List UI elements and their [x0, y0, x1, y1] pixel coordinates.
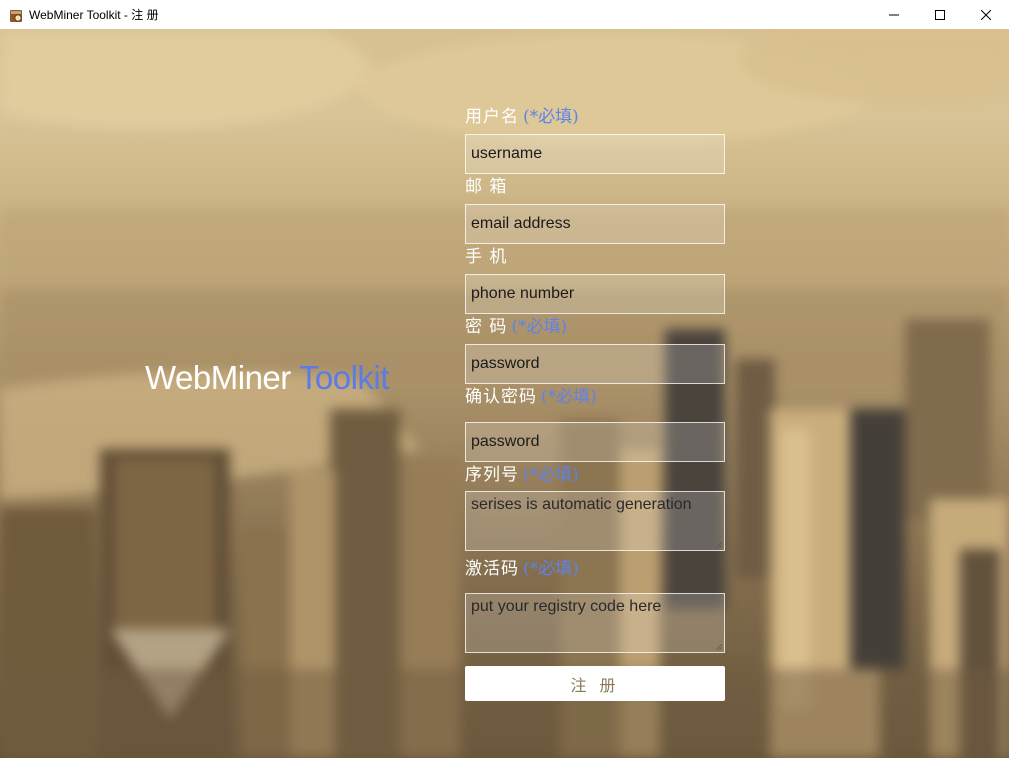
- phone-label-text: 手 机: [465, 247, 508, 267]
- required-marker: (*必填): [511, 317, 568, 337]
- activation-textarea[interactable]: put your registry code here: [465, 593, 725, 653]
- close-icon: [981, 9, 991, 20]
- confirm-password-label: 确认密码 (*必填): [465, 382, 597, 407]
- username-label: 用户名 (*必填): [465, 102, 579, 127]
- brand-name-part1: WebMiner: [145, 359, 291, 396]
- maximize-icon: [935, 9, 945, 20]
- serial-label-text: 序列号: [465, 465, 519, 485]
- required-marker: (*必填): [541, 387, 597, 407]
- register-button[interactable]: 注 册: [465, 666, 725, 701]
- serial-placeholder: serises is automatic generation: [471, 496, 692, 513]
- email-input[interactable]: email address: [465, 204, 725, 244]
- serial-textarea[interactable]: serises is automatic generation: [465, 491, 725, 551]
- minimize-button[interactable]: [871, 0, 917, 29]
- required-marker: (*必填): [523, 465, 579, 485]
- email-placeholder: email address: [471, 215, 571, 232]
- activation-label: 激活码 (*必填): [465, 554, 579, 579]
- phone-placeholder: phone number: [471, 285, 575, 302]
- app-window: WebMiner Toolkit - 注 册 WebMiner Toolkit …: [0, 0, 1009, 758]
- username-input[interactable]: username: [465, 134, 725, 174]
- confirm-password-input[interactable]: password: [465, 422, 725, 462]
- username-placeholder: username: [471, 145, 543, 162]
- register-page: WebMiner Toolkit 用户名 (*必填) username 邮 箱 e…: [0, 29, 1009, 758]
- title-bar: WebMiner Toolkit - 注 册: [0, 0, 1009, 29]
- resize-grip-icon[interactable]: [714, 540, 722, 548]
- maximize-button[interactable]: [917, 0, 963, 29]
- phone-label: 手 机: [465, 242, 511, 267]
- password-placeholder: password: [471, 355, 540, 372]
- required-marker: (*必填): [523, 559, 579, 579]
- activation-label-text: 激活码: [465, 559, 519, 579]
- password-label: 密 码 (*必填): [465, 312, 567, 337]
- window-title: WebMiner Toolkit - 注 册: [29, 8, 159, 22]
- resize-grip-icon[interactable]: [714, 642, 722, 650]
- app-icon: [9, 8, 23, 22]
- brand-name-part2: Toolkit: [298, 359, 390, 396]
- password-label-text: 密 码: [465, 317, 508, 337]
- minimize-icon: [889, 14, 899, 15]
- phone-input[interactable]: phone number: [465, 274, 725, 314]
- email-label: 邮 箱: [465, 172, 511, 197]
- close-button[interactable]: [963, 0, 1009, 29]
- confirm-password-placeholder: password: [471, 433, 540, 450]
- confirm-password-label-text: 确认密码: [465, 387, 537, 407]
- activation-placeholder: put your registry code here: [471, 598, 662, 615]
- password-input[interactable]: password: [465, 344, 725, 384]
- serial-label: 序列号 (*必填): [465, 460, 579, 485]
- email-label-text: 邮 箱: [465, 177, 508, 197]
- required-marker: (*必填): [523, 107, 579, 127]
- username-label-text: 用户名: [465, 107, 519, 127]
- brand-logo-text: WebMiner Toolkit: [145, 359, 389, 397]
